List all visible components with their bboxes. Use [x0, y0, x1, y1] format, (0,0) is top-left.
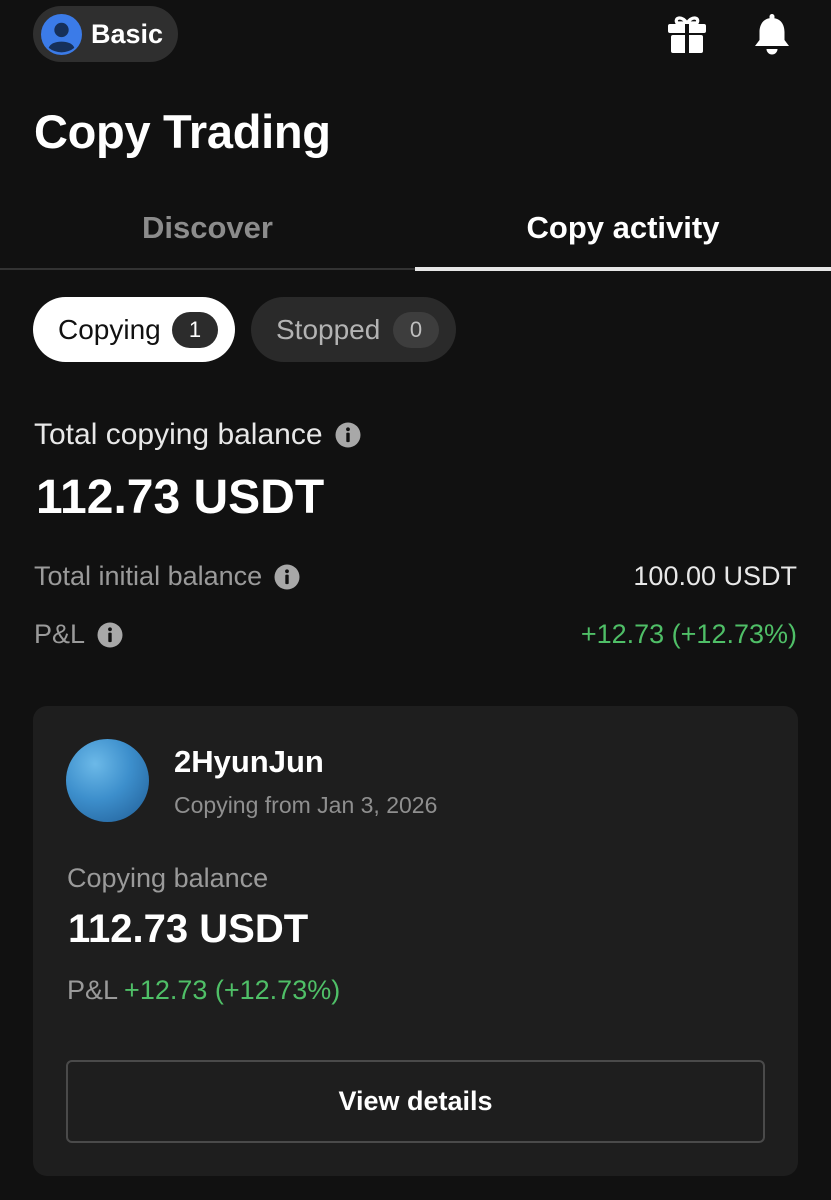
copy-trading-screen: Basic Copy Trading Discover Copy activit…: [0, 0, 831, 1200]
total-initial-balance-value: 100.00 USDT: [633, 561, 797, 591]
trader-card: 2HyunJun Copying from Jan 3, 2026 Copyin…: [33, 706, 798, 1176]
card-pnl-row: P&L +12.73 (+12.73%): [67, 975, 340, 1006]
filter-stopped[interactable]: Stopped 0: [251, 297, 456, 362]
card-pnl-label: P&L: [67, 975, 119, 1005]
info-icon[interactable]: [97, 622, 123, 648]
pnl-value: +12.73 (+12.73%): [580, 619, 797, 649]
pnl-label: P&L: [34, 619, 86, 649]
info-icon[interactable]: [335, 422, 361, 448]
total-copying-balance-label-row: Total copying balance: [34, 418, 361, 452]
total-initial-balance-label-row: Total initial balance: [34, 561, 300, 592]
gift-icon[interactable]: [665, 12, 709, 56]
total-copying-balance-value: 112.73 USDT: [36, 471, 325, 524]
tab-copy-activity[interactable]: Copy activity: [415, 186, 831, 270]
account-tier-label: Basic: [91, 18, 164, 49]
stopped-count-badge: 0: [393, 311, 439, 348]
tab-discover[interactable]: Discover: [0, 186, 415, 270]
active-tab-indicator: [415, 267, 831, 271]
bell-icon[interactable]: [750, 12, 794, 56]
trader-name[interactable]: 2HyunJun: [174, 744, 324, 780]
copying-balance-value: 112.73 USDT: [68, 907, 309, 951]
trader-avatar[interactable]: [66, 739, 149, 822]
total-copying-balance-label: Total copying balance: [34, 418, 323, 451]
page-title: Copy Trading: [34, 105, 331, 158]
user-avatar-icon: [41, 13, 82, 55]
filter-copying-label: Copying: [58, 313, 161, 345]
main-tabs: Discover Copy activity: [0, 186, 831, 272]
info-icon[interactable]: [274, 564, 300, 590]
pnl-label-row: P&L: [34, 619, 123, 650]
copying-balance-label: Copying balance: [67, 863, 269, 893]
filter-stopped-label: Stopped: [276, 313, 381, 345]
view-details-button[interactable]: View details: [66, 1060, 765, 1143]
filter-copying[interactable]: Copying 1: [33, 297, 235, 362]
copying-count-badge: 1: [172, 311, 218, 348]
account-tier-button[interactable]: Basic: [33, 6, 178, 62]
total-initial-balance-label: Total initial balance: [34, 561, 263, 591]
card-pnl-value: +12.73 (+12.73%): [124, 975, 341, 1005]
copying-since-text: Copying from Jan 3, 2026: [174, 792, 438, 818]
